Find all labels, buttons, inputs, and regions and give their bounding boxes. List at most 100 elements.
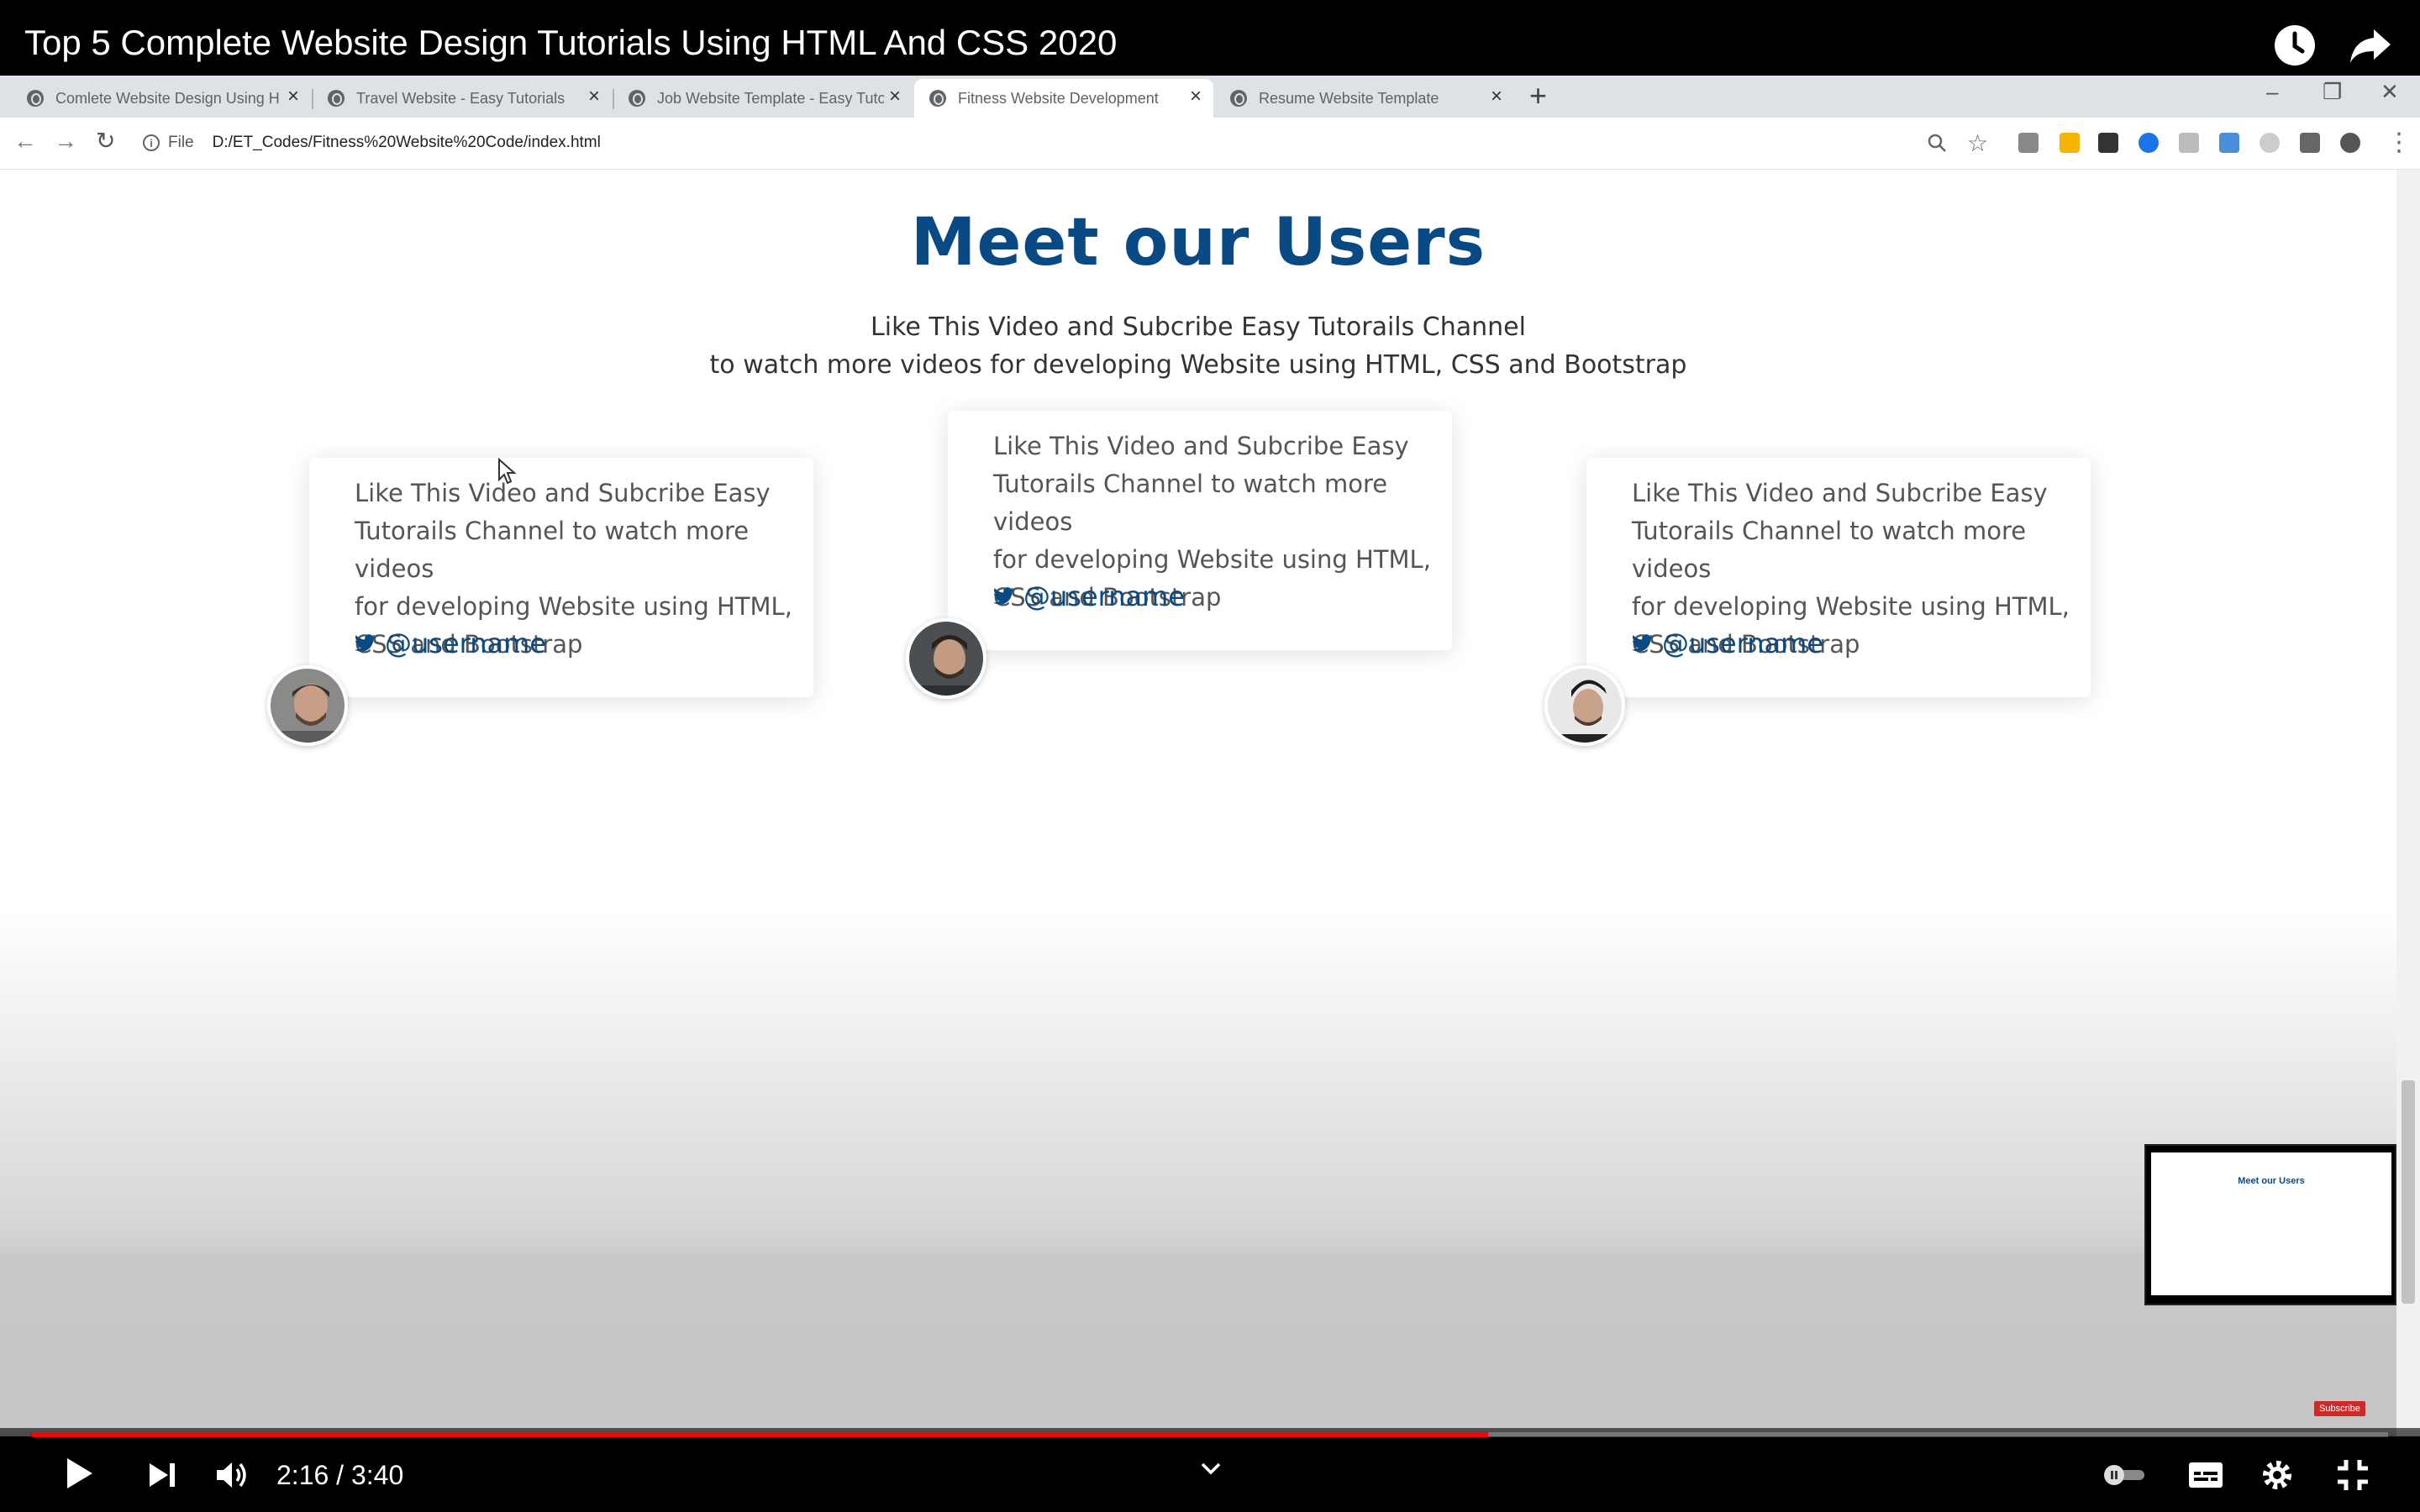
- close-icon[interactable]: ×: [588, 87, 600, 107]
- zoom-icon[interactable]: [1927, 133, 1947, 153]
- section-subtitle-line2: to watch more videos for developing Webs…: [709, 350, 1687, 380]
- twitter-handle-link[interactable]: @username: [993, 580, 1185, 612]
- subtitles-icon[interactable]: [2188, 1462, 2223, 1488]
- avatar: [267, 665, 348, 746]
- omnibox[interactable]: i File D:/ET_Codes/Fitness%20Website%20C…: [143, 128, 601, 158]
- globe-icon: [27, 90, 44, 107]
- testimonial-line: for developing Website using HTML,: [355, 592, 792, 621]
- testimonial-line: Tutorails Channel to watch more videos: [355, 517, 750, 583]
- time-display: 2:16 / 3:40: [276, 1460, 404, 1490]
- menu-icon[interactable]: ⋮: [2386, 128, 2412, 157]
- testimonial-card-1: Like This Video and Subcribe Easy Tutora…: [309, 458, 813, 697]
- user-avatar-image: [909, 622, 983, 696]
- circle-extension-icon[interactable]: [2260, 133, 2280, 153]
- video-title[interactable]: Top 5 Complete Website Design Tutorials …: [24, 23, 1117, 63]
- reload-icon[interactable]: ↻: [96, 129, 115, 153]
- chevron-down-icon[interactable]: [1200, 1462, 1222, 1475]
- section-subtitle-line1: Like This Video and Subcribe Easy Tutora…: [871, 312, 1526, 342]
- testimonial-line: Like This Video and Subcribe Easy: [1632, 479, 2048, 507]
- link-extension-icon[interactable]: [2179, 133, 2199, 153]
- tab-2[interactable]: Travel Website - Easy Tutorials ×: [313, 79, 612, 118]
- tab-label: Fitness Website Development: [958, 89, 1159, 107]
- settings-gear-icon[interactable]: [2260, 1458, 2294, 1492]
- restore-icon[interactable]: ❐: [2323, 79, 2342, 105]
- testimonial-card-3: Like This Video and Subcribe Easy Tutora…: [1586, 458, 2091, 697]
- twitter-handle-link[interactable]: @username: [355, 627, 546, 659]
- testimonial-line: Tutorails Channel to watch more videos: [1632, 517, 2027, 583]
- info-icon[interactable]: i: [143, 134, 160, 151]
- tab-3[interactable]: Job Website Template - Easy Tuto ×: [613, 79, 913, 118]
- globe-icon: [929, 90, 946, 107]
- thumbnail-page: Meet our Users: [2151, 1152, 2391, 1295]
- globe-icon: [1230, 90, 1247, 107]
- subscribe-watermark[interactable]: Subscribe: [2314, 1401, 2365, 1416]
- play-icon[interactable]: [62, 1455, 96, 1492]
- section-title: Meet our Users: [910, 205, 1486, 281]
- username-text: @username: [385, 627, 546, 659]
- share-icon[interactable]: [2349, 28, 2392, 65]
- new-tab-icon[interactable]: +: [1529, 81, 1547, 111]
- close-icon[interactable]: ×: [1190, 87, 1202, 107]
- testimonial-line: for developing Website using HTML,: [1632, 592, 2070, 621]
- video-title-bar: Top 5 Complete Website Design Tutorials …: [0, 0, 2420, 76]
- close-icon[interactable]: ×: [889, 87, 901, 107]
- camera-extension-icon[interactable]: [2018, 133, 2039, 153]
- globe-icon: [328, 90, 345, 107]
- profile-avatar[interactable]: [2340, 133, 2360, 153]
- bell-extension-icon[interactable]: [2060, 133, 2080, 153]
- puzzle-icon[interactable]: [2300, 133, 2320, 153]
- tab-4-active[interactable]: Fitness Website Development ×: [914, 79, 1213, 118]
- tab-label: Travel Website - Easy Tutorials: [356, 89, 566, 107]
- tab-label: Job Website Template - Easy Tuto: [657, 89, 884, 107]
- protocol-label: File: [168, 134, 194, 151]
- close-icon[interactable]: ×: [1491, 87, 1502, 107]
- scrollbar-thumb[interactable]: [2402, 1080, 2415, 1304]
- url-text[interactable]: D:/ET_Codes/Fitness%20Website%20Code/ind…: [213, 134, 601, 152]
- exit-fullscreen-icon[interactable]: [2336, 1458, 2370, 1492]
- testimonial-line: for developing Website using HTML,: [993, 545, 1431, 574]
- twitter-handle-link[interactable]: @username: [1632, 627, 1823, 659]
- forward-icon[interactable]: →: [54, 129, 77, 153]
- username-text: @username: [1662, 627, 1823, 659]
- twitter-icon: [355, 634, 376, 652]
- subscribe-label: Subscribe: [2319, 1404, 2360, 1414]
- tab-label: Comlete Website Design Using H: [55, 89, 280, 107]
- next-icon[interactable]: [148, 1462, 176, 1488]
- twitter-icon: [1632, 634, 1653, 652]
- browser-window: Comlete Website Design Using H × Travel …: [0, 76, 2420, 170]
- m-extension-icon[interactable]: [2098, 133, 2118, 153]
- thumbnail-title: Meet our Users: [2238, 1176, 2305, 1186]
- progress-bar[interactable]: [32, 1432, 2388, 1437]
- volume-icon[interactable]: [215, 1460, 250, 1490]
- close-window-icon[interactable]: ✕: [2381, 79, 2399, 105]
- address-bar: ← → ↻ i File D:/ET_Codes/Fitness%20Websi…: [0, 118, 2420, 170]
- mouse-cursor-icon: [498, 458, 517, 485]
- globe-icon: [629, 90, 645, 107]
- tab-strip: Comlete Website Design Using H × Travel …: [0, 76, 2420, 118]
- video-player[interactable]: Top 5 Complete Website Design Tutorials …: [0, 0, 2420, 1512]
- testimonial-line: Like This Video and Subcribe Easy: [993, 432, 1409, 460]
- avatar: [1544, 665, 1625, 746]
- tab-5[interactable]: Resume Website Template ×: [1215, 79, 1514, 118]
- testimonial-line: Tutorails Channel to watch more videos: [993, 470, 1388, 536]
- testimonial-line: Like This Video and Subcribe Easy: [355, 479, 771, 507]
- back-icon[interactable]: ←: [13, 129, 37, 153]
- user-avatar-image: [271, 669, 345, 743]
- end-screen-video-thumbnail[interactable]: Meet our Users: [2144, 1144, 2396, 1305]
- twitter-icon: [993, 587, 1014, 605]
- page-scrollbar[interactable]: [2396, 170, 2420, 1436]
- testimonial-card-2: Like This Video and Subcribe Easy Tutora…: [948, 411, 1452, 650]
- web-page: Meet our Users Like This Video and Subcr…: [0, 170, 2420, 1436]
- watch-later-icon[interactable]: [2274, 24, 2316, 66]
- user-avatar-image: [1548, 669, 1622, 743]
- iq-extension-icon[interactable]: [2219, 133, 2239, 153]
- tab-1[interactable]: Comlete Website Design Using H ×: [12, 79, 311, 118]
- autoplay-toggle-icon[interactable]: [2102, 1463, 2148, 1487]
- star-icon[interactable]: ☆: [1967, 129, 1988, 157]
- progress-played: [32, 1432, 1488, 1437]
- minimize-icon[interactable]: –: [2266, 79, 2278, 105]
- avatar: [906, 618, 986, 699]
- close-icon[interactable]: ×: [287, 87, 299, 107]
- tab-label: Resume Website Template: [1259, 89, 1439, 107]
- blue-extension-icon[interactable]: [2139, 133, 2159, 153]
